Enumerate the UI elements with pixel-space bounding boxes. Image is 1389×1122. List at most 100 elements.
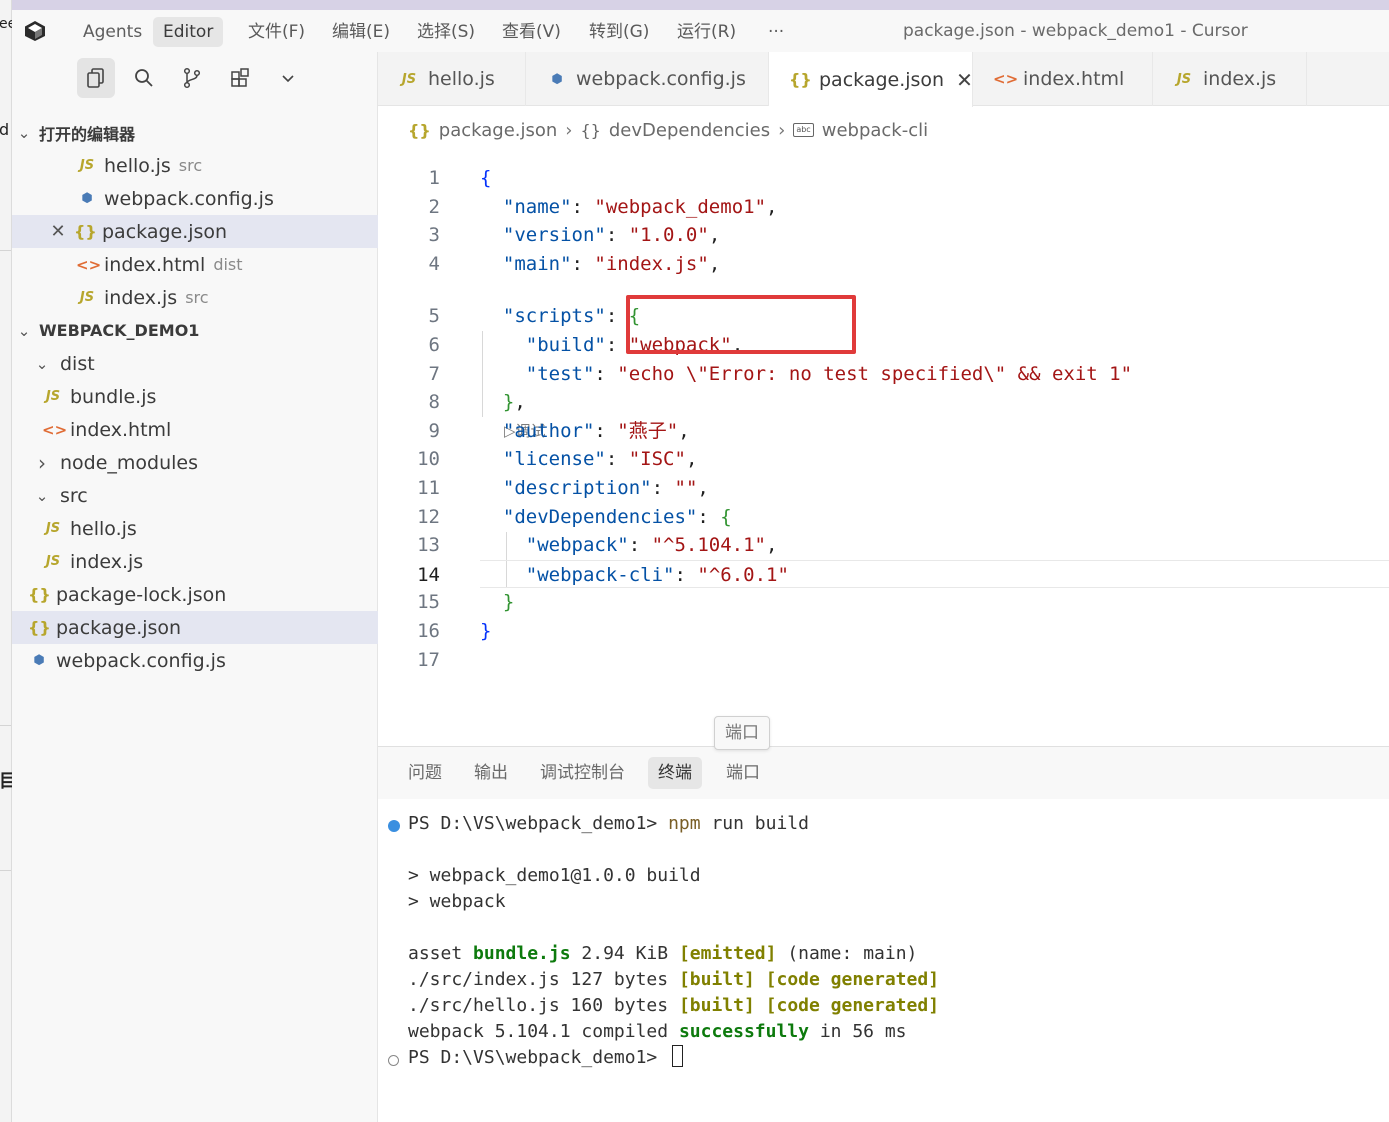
code-line[interactable]: 13 "webpack": "^5.104.1", <box>378 531 1389 559</box>
code-line[interactable]: 8 }, <box>378 388 1389 416</box>
terminal-line: PS D:\VS\webpack_demo1> <box>408 1045 684 1071</box>
tab-hello-js[interactable]: JS hello.js <box>378 52 526 106</box>
tab-package-json[interactable]: {} package.json ✕ <box>769 52 973 107</box>
close-icon[interactable]: ✕ <box>956 68 973 92</box>
source-control-icon <box>183 67 201 89</box>
open-editor-item[interactable]: <> index.html dist <box>12 248 378 281</box>
code-token: } <box>480 620 492 642</box>
code-line[interactable]: 12 "devDependencies": { <box>378 503 1389 531</box>
close-icon[interactable]: ✕ <box>48 221 68 242</box>
menu-file[interactable]: 文件(F) <box>238 17 315 47</box>
tree-file[interactable]: JS bundle.js <box>12 380 378 413</box>
more-views-button[interactable] <box>269 58 307 98</box>
open-editors-header[interactable]: ⌄ 打开的编辑器 <box>12 116 378 149</box>
tab-index-html[interactable]: <> index.html <box>973 52 1153 106</box>
search-button[interactable] <box>125 58 163 98</box>
explorer-button[interactable] <box>77 58 115 98</box>
breadcrumb-item[interactable]: devDependencies <box>609 120 770 141</box>
code-line[interactable]: 15 } <box>378 588 1389 616</box>
webpack-config-icon: ⬢ <box>551 71 563 87</box>
code-line[interactable]: 16} <box>378 617 1389 645</box>
terminal[interactable]: PS D:\VS\webpack_demo1> npm run build > w… <box>378 799 1389 1122</box>
code-token: "main" <box>502 252 572 275</box>
object-icon: {} <box>580 120 601 140</box>
code-text: { <box>480 164 491 192</box>
extensions-icon <box>231 68 249 87</box>
code-line[interactable]: 4 "main": "index.js", <box>378 250 1389 278</box>
mode-editor-button[interactable]: Editor <box>153 17 224 47</box>
terminal-token: [emitted] <box>678 943 777 964</box>
code-line[interactable]: 6 "build": "webpack", <box>378 331 1389 359</box>
breadcrumb-item[interactable]: package.json <box>439 120 558 141</box>
code-line[interactable]: 5 "scripts": { <box>378 302 1389 330</box>
desktop-background <box>0 0 1389 10</box>
code-token: "webpack" <box>525 534 629 557</box>
open-editor-item[interactable]: JS hello.js src <box>12 149 378 182</box>
open-editor-path-hint: src <box>185 288 209 307</box>
open-editor-item[interactable]: JS index.js src <box>12 281 378 314</box>
code-editor[interactable]: ▷调试 1{2 "name": "webpack_demo1", 3 "versi… <box>378 150 1389 680</box>
tree-file[interactable]: JS hello.js <box>12 512 378 545</box>
menu-view[interactable]: 查看(V) <box>492 17 571 47</box>
menu-selection[interactable]: 选择(S) <box>407 17 485 47</box>
open-editor-item[interactable]: ⬢ webpack.config.js <box>12 182 378 215</box>
tab-ports[interactable]: 端口 <box>716 757 770 789</box>
window-title: package.json - webpack_demo1 - Cursor <box>903 21 1248 41</box>
tab-debug-console[interactable]: 调试控制台 <box>530 757 635 789</box>
terminal-line: PS D:\VS\webpack_demo1> npm run build <box>408 811 809 837</box>
code-line[interactable]: 14 "webpack-cli": "^6.0.1" <box>417 559 1389 588</box>
code-line[interactable]: 10 "license": "ISC", <box>378 445 1389 473</box>
tab-terminal[interactable]: 终端 <box>648 757 702 789</box>
code-text: } <box>480 588 514 616</box>
code-line[interactable]: 2 "name": "webpack_demo1", <box>378 193 1389 221</box>
code-token: "index.js" <box>594 252 709 275</box>
tab-index-js[interactable]: JS index.js <box>1153 52 1307 106</box>
tab-problems[interactable]: 问题 <box>398 757 452 789</box>
source-control-button[interactable] <box>173 58 211 98</box>
menu-run[interactable]: 运行(R) <box>667 17 746 47</box>
line-number: 13 <box>417 534 440 557</box>
tree-file[interactable]: {} package-lock.json <box>12 578 378 611</box>
code-text: "scripts": { <box>480 302 640 330</box>
project-title: WEBPACK_DEMO1 <box>39 321 200 340</box>
adjacent-window-edge: ee d 目 <box>0 0 17 1122</box>
tab-label: index.html <box>1023 68 1125 90</box>
project-header[interactable]: ⌄ WEBPACK_DEMO1 <box>12 314 378 347</box>
tree-folder-dist[interactable]: ⌄ dist <box>12 347 378 380</box>
tree-folder-src[interactable]: ⌄ src <box>12 479 378 512</box>
tab-webpack-config[interactable]: ⬢ webpack.config.js <box>526 52 769 106</box>
code-line[interactable]: 3 "version": "1.0.0", <box>378 221 1389 249</box>
tree-file-active[interactable]: {} package.json <box>12 611 378 644</box>
terminal-token: [built] <box>678 995 755 1016</box>
extensions-button[interactable] <box>221 58 259 98</box>
code-line[interactable]: 17 <box>378 646 1389 674</box>
line-number: 15 <box>417 591 440 614</box>
tree-folder-node-modules[interactable]: › node_modules <box>12 446 378 479</box>
code-token: "echo \"Error: no test specified\" && ex… <box>617 362 1133 385</box>
code-line[interactable]: 1{ <box>378 164 1389 192</box>
terminal-line: > webpack <box>408 889 506 915</box>
tree-file[interactable]: JS index.js <box>12 545 378 578</box>
menu-edit[interactable]: 编辑(E) <box>322 17 400 47</box>
title-bar: Agents Editor 文件(F) 编辑(E) 选择(S) 查看(V) 转到… <box>12 10 1389 52</box>
tree-file[interactable]: ⬢ webpack.config.js <box>12 644 378 677</box>
json-file-icon: {} <box>789 70 812 89</box>
more-menu-button[interactable]: ··· <box>758 17 794 47</box>
code-line[interactable]: 9 "author": "燕子", <box>378 417 1389 445</box>
tab-output[interactable]: 输出 <box>464 757 518 789</box>
code-token: , <box>708 252 721 275</box>
breadcrumb-item[interactable]: webpack-cli <box>822 120 928 141</box>
code-token: : <box>594 419 618 442</box>
code-token: "1.0.0" <box>628 224 709 247</box>
chevron-down-icon: ⌄ <box>35 354 49 373</box>
terminal-line: ./src/hello.js 160 bytes [built] [code g… <box>408 993 939 1019</box>
code-line[interactable]: 11 "description": "", <box>378 474 1389 502</box>
menu-go[interactable]: 转到(G) <box>579 17 659 47</box>
tree-file[interactable]: <> index.html <box>12 413 378 446</box>
open-editor-item-active[interactable]: ✕ {} package.json <box>12 215 378 248</box>
code-line[interactable]: 7 "test": "echo \"Error: no test specifi… <box>378 360 1389 388</box>
mode-agents-button[interactable]: Agents <box>73 17 152 47</box>
